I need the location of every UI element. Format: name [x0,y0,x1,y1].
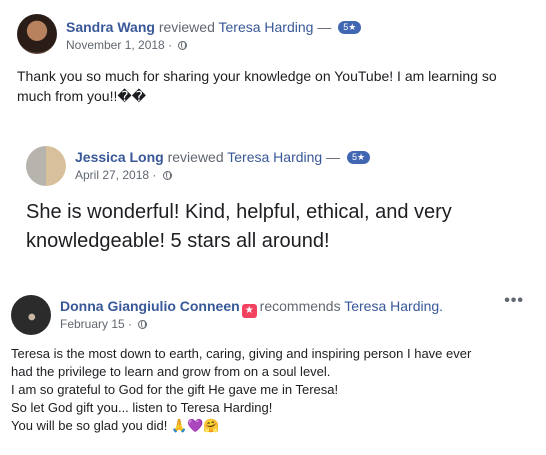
avatar[interactable] [26,146,66,186]
review-header: Donna Giangiulio Conneen ★ recommends Tere… [60,298,443,318]
text-line: You will be so glad you did! 🙏💜🤗 [11,418,220,433]
more-options-icon[interactable]: ••• [504,292,524,310]
review-action: reviewed [158,19,215,35]
review-date[interactable]: April 27, 2018 [75,168,149,182]
text-line: had the privilege to learn and grow from… [11,364,331,379]
recommend-icon: ★ [241,304,257,318]
separator-dot: · [128,317,133,331]
review-text: Teresa is the most down to earth, caring… [11,345,471,435]
rating-badge: 5★ [346,151,371,164]
review-action: recommends [259,298,341,314]
globe-icon [138,320,148,329]
separator-dot: · [152,168,157,182]
author-name[interactable]: Donna Giangiulio Conneen [60,298,240,314]
separator-dot: · [168,38,173,52]
text-line: Thank you so much for sharing your knowl… [17,68,497,84]
review-text: Thank you so much for sharing your knowl… [17,66,497,106]
review-meta: February 15 · [60,317,148,331]
text-line: Teresa is the most down to earth, caring… [11,346,472,361]
review-meta: April 27, 2018 · [75,168,172,182]
avatar[interactable] [17,14,57,54]
review-date[interactable]: February 15 [60,317,125,331]
globe-icon [178,41,188,50]
review-meta: November 1, 2018 · [66,38,188,52]
author-name[interactable]: Sandra Wang [66,19,155,35]
review-header: Jessica Long reviewed Teresa Harding — 5… [75,149,371,165]
avatar[interactable] [11,295,51,335]
separator: — [326,149,341,165]
review-header: Sandra Wang reviewed Teresa Harding — 5★ [66,19,362,35]
separator: — [317,19,332,35]
review-action: reviewed [167,149,224,165]
rating-badge: 5★ [338,21,362,34]
author-name[interactable]: Jessica Long [75,149,164,165]
review-date[interactable]: November 1, 2018 [66,38,165,52]
text-line: much from you!!�� [17,88,147,104]
text-line: I am so grateful to God for the gift He … [11,382,339,397]
text-line: knowledgeable! 5 stars all around! [26,230,330,252]
text-line: So let God gift you... listen to Teresa … [11,400,273,415]
page-link[interactable]: Teresa Harding [219,19,314,35]
globe-icon [162,171,172,180]
page-link[interactable]: Teresa Harding [227,149,322,165]
text-line: She is wonderful! Kind, helpful, ethical… [26,201,452,223]
review-text: She is wonderful! Kind, helpful, ethical… [26,198,452,256]
page-link[interactable]: Teresa Harding. [344,298,443,314]
